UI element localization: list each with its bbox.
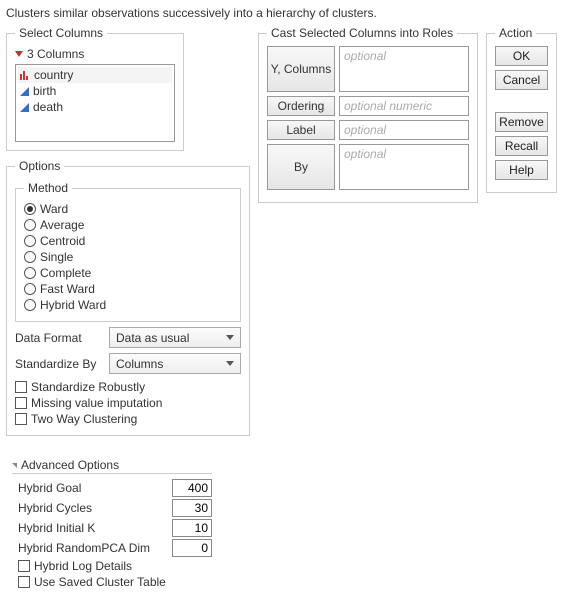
radio-icon bbox=[24, 299, 36, 311]
hybrid-cycles-input[interactable] bbox=[172, 499, 212, 517]
standardize-by-select[interactable]: Columns bbox=[109, 353, 241, 374]
missing-value-imputation-check[interactable]: Missing value imputation bbox=[15, 395, 241, 411]
checkbox-icon bbox=[18, 560, 30, 572]
method-radio-complete[interactable]: Complete bbox=[24, 265, 232, 281]
method-group: Method Ward Average Centroid Single Comp… bbox=[15, 181, 241, 322]
radio-icon bbox=[24, 203, 36, 215]
data-format-label: Data Format bbox=[15, 331, 103, 345]
radio-icon bbox=[24, 283, 36, 295]
hybrid-initial-k-input[interactable] bbox=[172, 519, 212, 537]
method-radio-single[interactable]: Single bbox=[24, 249, 232, 265]
radio-icon bbox=[24, 251, 36, 263]
label-button[interactable]: Label bbox=[267, 120, 335, 140]
continuous-icon bbox=[20, 87, 29, 96]
select-columns-legend: Select Columns bbox=[15, 26, 107, 40]
checkbox-icon bbox=[15, 413, 27, 425]
method-radio-fast-ward[interactable]: Fast Ward bbox=[24, 281, 232, 297]
hybrid-randompca-dim-label: Hybrid RandomPCA Dim bbox=[12, 541, 172, 555]
dialog-description: Clusters similar observations successive… bbox=[6, 6, 557, 20]
nominal-icon bbox=[20, 71, 30, 80]
ok-button[interactable]: OK bbox=[495, 46, 548, 66]
hybrid-randompca-dim-input[interactable] bbox=[172, 539, 212, 557]
checkbox-icon bbox=[18, 576, 30, 588]
ordering-input[interactable]: optional numeric bbox=[339, 96, 469, 116]
advanced-options-group: Advanced Options Hybrid Goal Hybrid Cycl… bbox=[12, 458, 212, 590]
columns-list[interactable]: country birth death bbox=[15, 64, 175, 142]
continuous-icon bbox=[20, 103, 29, 112]
radio-icon bbox=[24, 267, 36, 279]
method-radio-ward[interactable]: Ward bbox=[24, 201, 232, 217]
options-group: Options Method Ward Average Centroid Sin… bbox=[6, 159, 250, 436]
columns-count-label: 3 Columns bbox=[27, 47, 84, 61]
chevron-down-icon bbox=[226, 335, 234, 340]
hybrid-initial-k-label: Hybrid Initial K bbox=[12, 521, 172, 535]
two-way-clustering-check[interactable]: Two Way Clustering bbox=[15, 411, 241, 427]
method-radio-centroid[interactable]: Centroid bbox=[24, 233, 232, 249]
disclosure-triangle-icon bbox=[15, 51, 23, 57]
action-group: Action OK Cancel Remove Recall Help bbox=[486, 26, 557, 193]
recall-button[interactable]: Recall bbox=[495, 136, 548, 156]
by-button[interactable]: By bbox=[267, 144, 335, 190]
list-item[interactable]: birth bbox=[18, 83, 172, 99]
cast-roles-group: Cast Selected Columns into Roles Y, Colu… bbox=[258, 26, 478, 203]
remove-button[interactable]: Remove bbox=[495, 112, 548, 132]
by-input[interactable]: optional bbox=[339, 144, 469, 190]
select-columns-group: Select Columns 3 Columns country birth d… bbox=[6, 26, 184, 151]
list-item[interactable]: country bbox=[18, 67, 172, 83]
columns-count-row[interactable]: 3 Columns bbox=[15, 46, 175, 64]
help-button[interactable]: Help bbox=[495, 160, 548, 180]
use-saved-cluster-table-check[interactable]: Use Saved Cluster Table bbox=[12, 574, 212, 590]
radio-icon bbox=[24, 235, 36, 247]
options-legend: Options bbox=[15, 159, 64, 173]
list-item-label: death bbox=[33, 100, 63, 114]
cast-roles-legend: Cast Selected Columns into Roles bbox=[267, 26, 457, 40]
method-radio-hybrid-ward[interactable]: Hybrid Ward bbox=[24, 297, 232, 313]
action-legend: Action bbox=[495, 26, 536, 40]
method-legend: Method bbox=[24, 181, 72, 195]
y-columns-button[interactable]: Y, Columns bbox=[267, 46, 335, 92]
list-item-label: country bbox=[34, 68, 73, 82]
hybrid-cycles-label: Hybrid Cycles bbox=[12, 501, 172, 515]
list-item-label: birth bbox=[33, 84, 56, 98]
chevron-down-icon bbox=[226, 361, 234, 366]
hybrid-goal-label: Hybrid Goal bbox=[12, 481, 172, 495]
hybrid-log-details-check[interactable]: Hybrid Log Details bbox=[12, 558, 212, 574]
y-columns-input[interactable]: optional bbox=[339, 46, 469, 92]
advanced-options-header[interactable]: Advanced Options bbox=[12, 458, 212, 474]
data-format-select[interactable]: Data as usual bbox=[109, 327, 241, 348]
radio-icon bbox=[24, 219, 36, 231]
checkbox-icon bbox=[15, 381, 27, 393]
standardize-robustly-check[interactable]: Standardize Robustly bbox=[15, 379, 241, 395]
cancel-button[interactable]: Cancel bbox=[495, 70, 548, 90]
method-radio-average[interactable]: Average bbox=[24, 217, 232, 233]
list-item[interactable]: death bbox=[18, 99, 172, 115]
label-input[interactable]: optional bbox=[339, 120, 469, 140]
hybrid-goal-input[interactable] bbox=[172, 479, 212, 497]
checkbox-icon bbox=[15, 397, 27, 409]
disclosure-triangle-icon bbox=[12, 463, 17, 468]
ordering-button[interactable]: Ordering bbox=[267, 96, 335, 116]
standardize-by-label: Standardize By bbox=[15, 357, 103, 371]
